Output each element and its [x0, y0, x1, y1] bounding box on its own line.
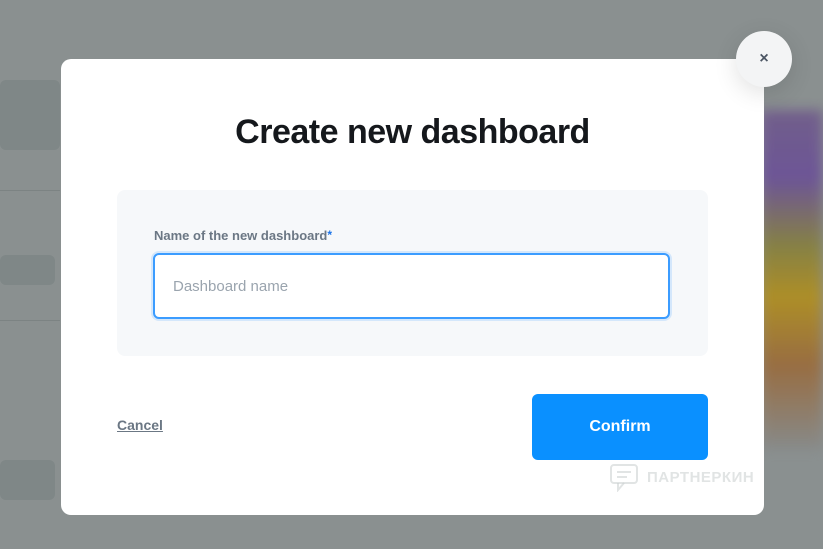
- required-marker: *: [327, 228, 333, 242]
- close-button[interactable]: ×: [736, 31, 792, 87]
- create-dashboard-dialog: Create new dashboard Name of the new das…: [61, 59, 764, 515]
- background-block: [0, 460, 55, 500]
- background-divider: [0, 320, 60, 321]
- background-divider: [0, 190, 60, 191]
- background-chart: [760, 110, 823, 450]
- chat-bubble-logo-icon: [610, 464, 638, 492]
- cancel-link[interactable]: Cancel: [117, 417, 163, 433]
- confirm-button[interactable]: Confirm: [532, 394, 708, 460]
- dashboard-name-label-text: Name of the new dashboard: [154, 228, 328, 243]
- close-icon: ×: [759, 50, 769, 67]
- dashboard-name-input[interactable]: [153, 253, 670, 319]
- background-block: [0, 80, 60, 150]
- background-block: [0, 255, 55, 285]
- form-panel: Name of the new dashboard*: [117, 190, 708, 356]
- watermark: ПАРТНЕРКИН: [609, 462, 754, 492]
- dashboard-name-label: Name of the new dashboard*: [154, 228, 332, 243]
- watermark-text: ПАРТНЕРКИН: [647, 468, 755, 486]
- dialog-title: Create new dashboard: [235, 113, 590, 151]
